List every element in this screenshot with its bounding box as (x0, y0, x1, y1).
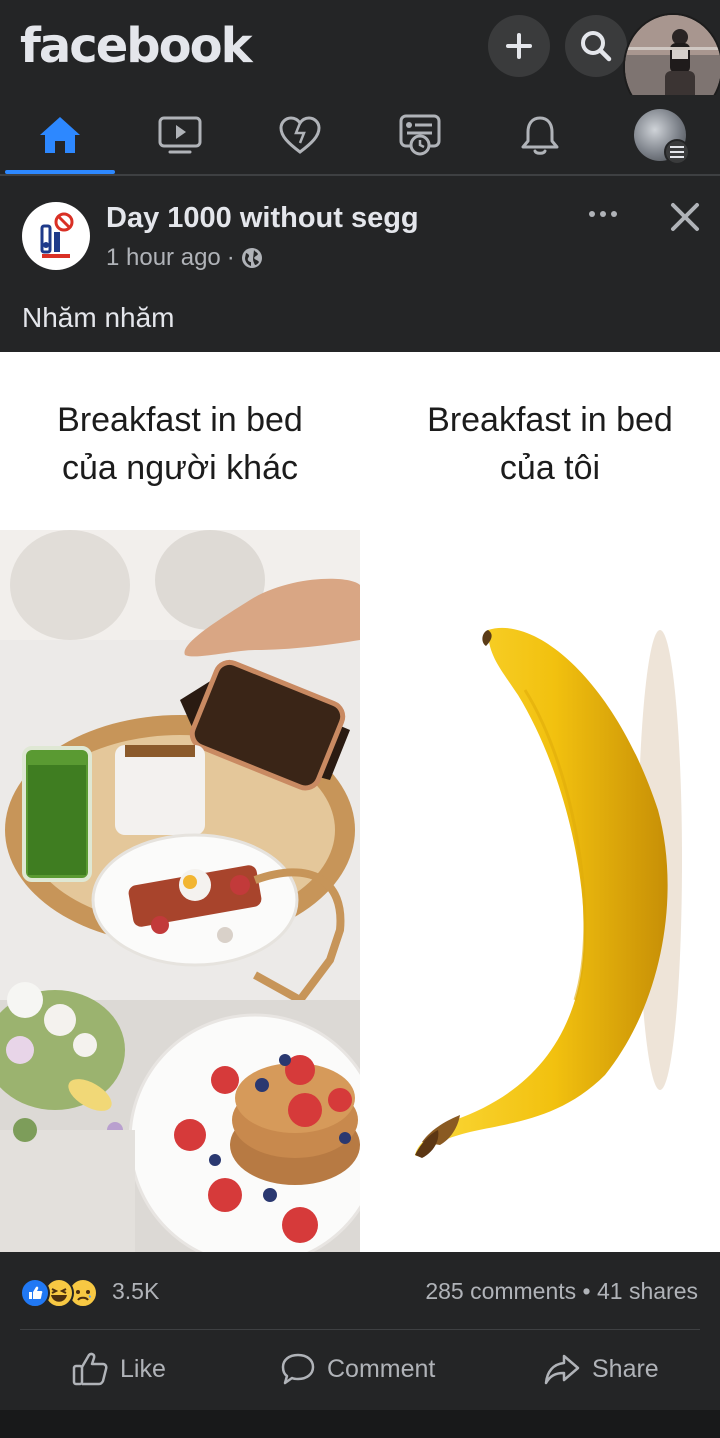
heart-icon (279, 115, 321, 154)
tab-memories[interactable] (365, 95, 475, 174)
post-meta: 1 hour ago · (106, 244, 263, 272)
comment-label: Comment (327, 1354, 436, 1383)
menu-icon (664, 138, 690, 165)
meme-right-title-line2: của tôi (499, 449, 601, 487)
meme-right-title-line1: Breakfast in bed (427, 401, 673, 439)
reactions-summary[interactable]: 3.5K 285 comments • 41 shares (0, 1252, 720, 1330)
dot-icon (589, 211, 595, 217)
banana-image (415, 627, 682, 1158)
like-label: Like (120, 1354, 166, 1383)
post-header: Day 1000 without segg 1 hour ago · Nhăm … (0, 182, 720, 352)
page-name[interactable]: Day 1000 without segg (106, 202, 419, 235)
post-image[interactable]: Breakfast in bed của người khác Breakfas… (0, 352, 720, 1252)
reaction-count[interactable]: 3.5K (112, 1278, 159, 1305)
like-reaction-icon (20, 1278, 50, 1308)
dot-icon (611, 211, 617, 217)
tab-menu[interactable] (605, 95, 715, 174)
facebook-logo[interactable]: facebook (20, 18, 253, 74)
top-bar: facebook (0, 0, 720, 121)
feed-post: Day 1000 without segg 1 hour ago · Nhăm … (0, 182, 720, 1408)
profile-avatar (634, 108, 690, 165)
create-button[interactable] (488, 15, 550, 77)
active-tab-indicator (5, 170, 115, 174)
hide-post-button[interactable] (668, 200, 702, 234)
like-button[interactable]: Like (72, 1330, 166, 1408)
feed-separator (0, 1410, 720, 1438)
tab-dating[interactable] (245, 95, 355, 174)
home-icon (40, 116, 80, 153)
post-caption: Nhăm nhăm (22, 302, 175, 333)
meme-left-title-line1: Breakfast in bed (57, 401, 303, 439)
share-label: Share (592, 1354, 659, 1383)
tab-home[interactable] (5, 95, 115, 174)
search-button[interactable] (565, 15, 627, 77)
thumbs-up-icon (72, 1352, 108, 1386)
breakfast-tray-photo (0, 530, 360, 1252)
share-arrow-icon (544, 1354, 580, 1385)
more-options-button[interactable] (586, 204, 620, 224)
meme-left-title-line2: của người khác (62, 449, 298, 487)
search-icon (581, 31, 612, 62)
page-logo-icon (28, 208, 84, 264)
plus-icon (506, 33, 532, 59)
video-play-icon (158, 116, 202, 153)
tab-bar (0, 95, 720, 176)
close-icon (671, 203, 699, 231)
tab-notifications[interactable] (485, 95, 595, 174)
page-avatar[interactable] (22, 202, 90, 270)
globe-icon (241, 248, 262, 268)
meme-right-title: Breakfast in bed của tôi (370, 396, 720, 492)
comment-bubble-icon (281, 1353, 315, 1385)
share-button[interactable]: Share (544, 1330, 659, 1408)
comments-shares-count[interactable]: 285 comments • 41 shares (425, 1278, 698, 1305)
tab-watch[interactable] (125, 95, 235, 174)
meta-separator: · (226, 244, 235, 271)
post-actions: Like Comment Share (0, 1330, 720, 1408)
news-clock-icon (399, 114, 441, 155)
dot-icon (600, 211, 606, 217)
post-time[interactable]: 1 hour ago (106, 244, 221, 272)
meme-left-title: Breakfast in bed của người khác (0, 396, 360, 492)
reaction-icons (20, 1278, 98, 1308)
bell-icon (521, 116, 559, 155)
comment-button[interactable]: Comment (281, 1330, 435, 1408)
